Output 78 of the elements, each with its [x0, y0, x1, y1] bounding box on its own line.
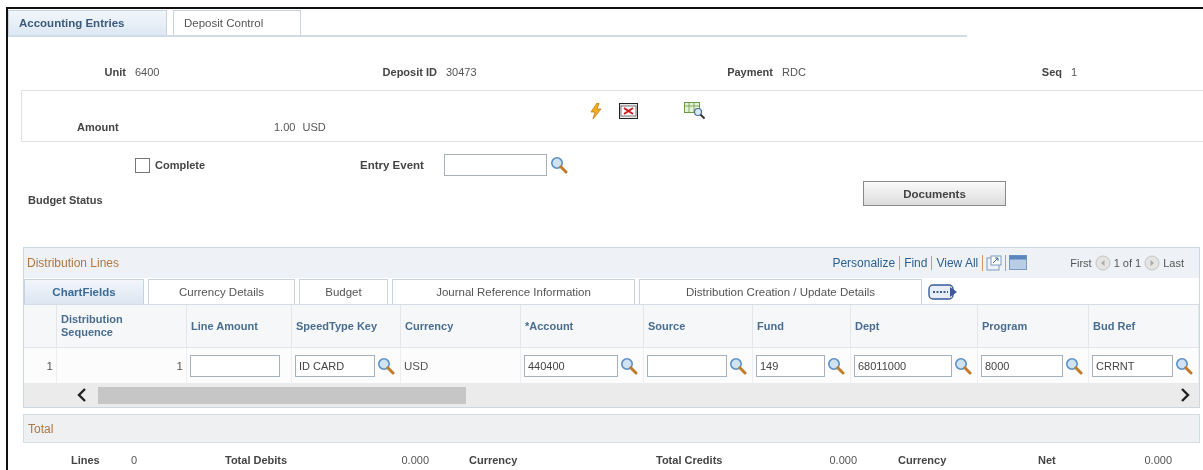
column-header: Line Amount — [191, 319, 258, 333]
lightning-icon[interactable] — [589, 103, 603, 119]
column-header: Dept — [855, 319, 880, 333]
column-header: Distribution Sequence — [61, 313, 124, 339]
column-header: Source — [648, 319, 686, 333]
field-label: Lines — [71, 454, 101, 466]
grid-title: Distribution Lines — [27, 256, 120, 270]
column-header: *Account — [525, 319, 574, 333]
pager-position: 1 of 1 — [1113, 257, 1142, 269]
field-value: 1.00 USD — [274, 121, 326, 133]
field-label: Amount — [77, 121, 120, 133]
input-field[interactable]: 8000 — [981, 354, 1063, 377]
search-icon[interactable] — [377, 356, 395, 375]
column-header: Fund — [757, 319, 784, 333]
search-icon[interactable] — [1065, 356, 1083, 375]
search-icon[interactable] — [620, 356, 638, 375]
next-icon[interactable] — [1144, 255, 1161, 271]
field-value: 0.000 — [828, 454, 857, 466]
checkbox[interactable] — [135, 157, 150, 173]
pager-first[interactable]: First — [1070, 257, 1092, 269]
scrollbar-thumb[interactable] — [98, 386, 466, 404]
table-cell: USD — [401, 348, 521, 383]
page-tab[interactable]: Deposit Control — [173, 10, 301, 35]
grid-link[interactable]: View All — [931, 256, 983, 270]
total-title: Total — [28, 421, 54, 436]
column-header: Program — [982, 319, 1028, 333]
search-icon[interactable] — [827, 356, 845, 375]
field-label: Entry Event — [360, 159, 425, 171]
input-field[interactable] — [190, 354, 280, 377]
field-value: 0.000 — [400, 454, 429, 466]
grid-tab[interactable]: Journal Reference Information — [392, 279, 635, 304]
grid-tab[interactable]: ChartFields — [24, 279, 144, 304]
documents-button[interactable]: Documents — [863, 181, 1006, 206]
field-label: Budget Status — [28, 194, 104, 208]
grid-link[interactable]: Personalize — [828, 256, 900, 270]
search-icon[interactable] — [729, 356, 747, 375]
field-value: 6400 — [135, 66, 160, 78]
columns-icon — [928, 283, 958, 300]
grid-tab[interactable]: Budget — [299, 279, 388, 304]
field-label: Payment — [726, 66, 773, 78]
field-label: Net — [1038, 454, 1057, 466]
scroll-right-icon[interactable] — [1179, 387, 1191, 403]
input-field[interactable]: 440400 — [524, 354, 618, 377]
checkbox-label: Complete — [155, 159, 206, 171]
horizontal-scrollbar[interactable] — [24, 383, 1199, 407]
page-tab[interactable]: Accounting Entries — [8, 10, 167, 35]
field-label: Total Debits — [225, 454, 289, 466]
field-label: Seq — [1040, 66, 1062, 78]
scroll-left-icon[interactable] — [76, 387, 88, 403]
grid-tab[interactable]: Distribution Creation / Update Details — [639, 279, 922, 304]
field-value: 0 — [131, 454, 139, 466]
field-value: 0.000 — [1143, 454, 1172, 466]
input-field[interactable]: 149 — [756, 354, 825, 377]
input-field[interactable]: CRRNT — [1092, 354, 1173, 377]
field-label: Currency — [469, 454, 519, 466]
input-field[interactable]: ID CARD — [295, 354, 375, 377]
input-field[interactable] — [444, 154, 547, 176]
column-header: Currency — [405, 319, 454, 333]
field-value: 30473 — [446, 66, 477, 78]
column-header: Bud Ref — [1093, 319, 1136, 333]
search-icon[interactable] — [1175, 356, 1193, 375]
delete-grid-icon[interactable] — [619, 103, 638, 119]
grid-search-icon[interactable] — [684, 102, 706, 120]
search-icon[interactable] — [954, 356, 972, 375]
pager-last[interactable]: Last — [1163, 257, 1184, 269]
field-label: Unit — [103, 66, 126, 78]
grid-link[interactable]: Find — [899, 256, 932, 270]
field-value: 1 — [1071, 66, 1078, 78]
field-label: Currency — [898, 454, 948, 466]
input-field[interactable] — [647, 354, 727, 377]
previous-icon[interactable] — [1094, 255, 1111, 271]
input-field[interactable]: 68011000 — [854, 354, 952, 377]
column-header: SpeedType Key — [296, 319, 378, 333]
field-label: Total Credits — [656, 454, 724, 466]
search-icon[interactable] — [550, 156, 568, 174]
field-value: RDC — [782, 66, 806, 78]
field-label: Deposit ID — [381, 66, 437, 78]
grid-tab[interactable]: Currency Details — [148, 279, 295, 304]
